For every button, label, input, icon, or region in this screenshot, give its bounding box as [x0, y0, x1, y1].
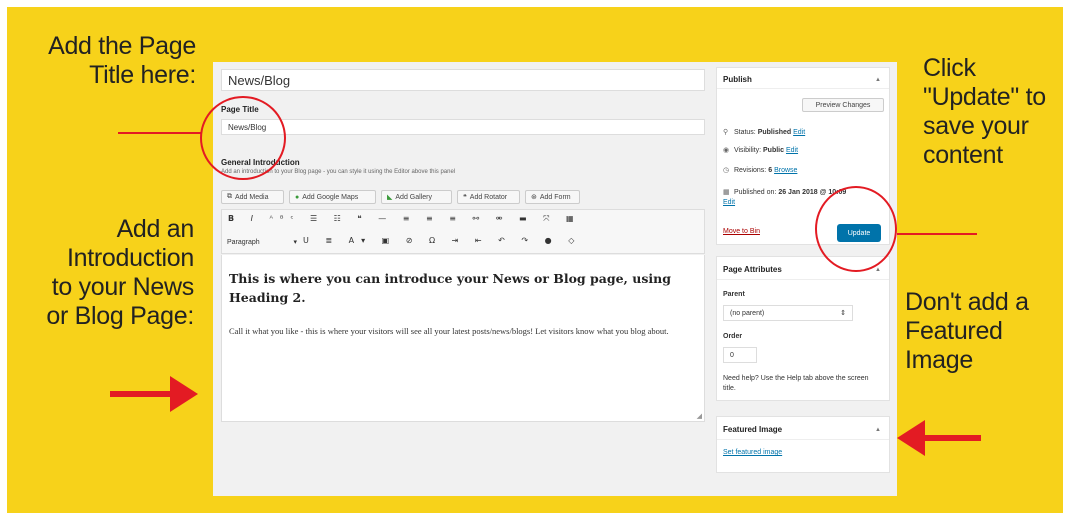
- update-highlight-circle: [815, 186, 897, 272]
- visibility-edit-link[interactable]: Edit: [786, 147, 798, 154]
- add-rotator-button[interactable]: ❝ Add Rotator: [457, 190, 520, 204]
- collapse-icon[interactable]: ▲: [875, 427, 881, 433]
- status-row: ⚲ Status: Published Edit: [723, 129, 806, 136]
- published-row: ▦ Published on: 26 Jan 2018 @ 10:09: [723, 189, 847, 196]
- parent-label: Parent: [723, 291, 745, 298]
- preview-changes-button[interactable]: Preview Changes: [802, 98, 884, 112]
- featured-image-panel: Featured Image ▲ Set featured image: [716, 416, 890, 473]
- toolbar-row-1[interactable]: B I ᴬᴮᶜ ☰ ☷ ❝ — ≡ ≡ ≡ ⚯ ⚮ ▬ ⤧ ▦: [228, 214, 581, 224]
- page-attributes-panel: Page Attributes ▲ Parent (no parent) ⇕ Or…: [716, 256, 890, 401]
- page-attributes-title: Page Attributes: [723, 265, 782, 274]
- map-pin-icon: ●: [295, 193, 300, 201]
- collapse-icon[interactable]: ▲: [875, 267, 881, 273]
- order-input[interactable]: 0: [723, 347, 757, 363]
- divider: [717, 279, 889, 280]
- resize-handle-icon[interactable]: ◢: [697, 412, 702, 420]
- toolbar-row-2[interactable]: U ≣ A▾ ▣ ⊘ Ω ⇥ ⇤ ↶ ↷ ● ◇: [303, 236, 581, 245]
- right-arrow-icon: [110, 376, 198, 412]
- add-google-maps-button[interactable]: ● Add Google Maps: [289, 190, 376, 204]
- leaf-icon: ◣: [387, 194, 393, 201]
- form-icon: ⊛: [531, 194, 537, 201]
- eye-icon: ◉: [723, 147, 730, 154]
- publish-title: Publish: [723, 75, 752, 84]
- editor-content-area[interactable]: This is where you can introduce your New…: [221, 255, 705, 422]
- add-form-button[interactable]: ⊛ Add Form: [525, 190, 580, 204]
- update-tip: Click "Update" to save your content: [923, 54, 1046, 169]
- select-arrows-icon: ⇕: [840, 310, 846, 317]
- order-label: Order: [723, 333, 743, 340]
- media-icon: ⧉: [227, 193, 232, 200]
- divider: [717, 439, 889, 440]
- format-select[interactable]: Paragraph ▾: [227, 236, 297, 248]
- title-pointer-line: [118, 132, 202, 134]
- left-arrow-icon: [897, 420, 981, 456]
- add-media-button[interactable]: ⧉ Add Media: [221, 190, 284, 204]
- featured-image-title: Featured Image: [723, 425, 783, 434]
- wp-editor-screenshot: News/Blog Page Title News/Blog General I…: [213, 62, 897, 496]
- clock-icon: ◷: [723, 167, 730, 174]
- featured-tip: Don't add a Featured Image: [905, 288, 1029, 374]
- infographic-frame: Add the Page Title here: Add an Introduc…: [0, 0, 1070, 520]
- post-title-input[interactable]: News/Blog: [221, 69, 705, 91]
- page-title-highlight-circle: [200, 96, 286, 180]
- revisions-row: ◷ Revisions: 6 Browse: [723, 167, 798, 174]
- browse-revisions-link[interactable]: Browse: [774, 167, 797, 174]
- divider: [717, 88, 889, 89]
- move-to-bin-link[interactable]: Move to Bin: [723, 228, 760, 235]
- page-title-field[interactable]: News/Blog: [221, 119, 705, 135]
- status-edit-link[interactable]: Edit: [793, 129, 805, 136]
- intro-body: Call it what you like - this is where yo…: [229, 326, 669, 336]
- add-gallery-button[interactable]: ◣ Add Gallery: [381, 190, 452, 204]
- visibility-row: ◉ Visibility: Public Edit: [723, 147, 799, 154]
- parent-select[interactable]: (no parent) ⇕: [723, 305, 853, 321]
- intro-tip: Add an Introduction to your News or Blog…: [46, 215, 194, 330]
- pin-icon: ⚲: [723, 129, 729, 136]
- title-tip: Add the Page Title here:: [48, 32, 196, 89]
- intro-heading: This is where you can introduce your New…: [229, 271, 671, 305]
- set-featured-image-link[interactable]: Set featured image: [723, 449, 782, 456]
- published-edit-link[interactable]: Edit: [723, 199, 735, 206]
- update-pointer-line: [897, 233, 977, 235]
- help-text: Need help? Use the Help tab above the sc…: [723, 375, 869, 392]
- chevron-down-icon: ▾: [293, 239, 297, 246]
- collapse-icon[interactable]: ▲: [875, 77, 881, 83]
- quote-icon: ❝: [463, 194, 467, 201]
- calendar-icon: ▦: [723, 189, 730, 196]
